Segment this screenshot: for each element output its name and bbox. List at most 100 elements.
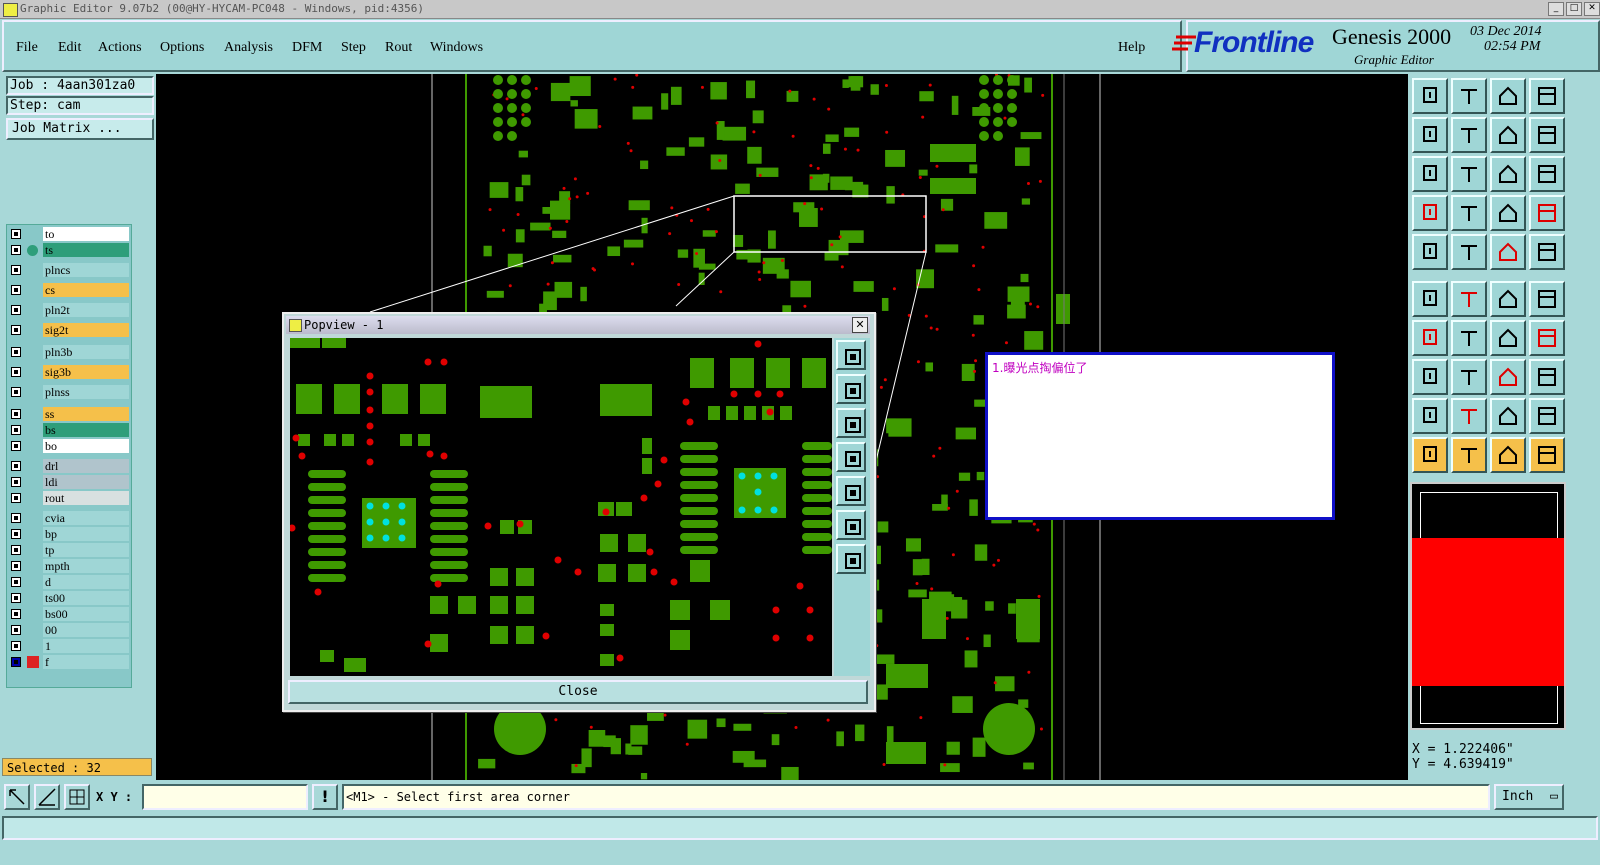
menu-options[interactable]: Options: [160, 40, 204, 56]
menu-windows[interactable]: Windows: [430, 40, 483, 56]
select-multi-icon[interactable]: [1529, 437, 1565, 473]
help-query-icon[interactable]: [1529, 156, 1565, 192]
add-pad-icon[interactable]: [1412, 234, 1448, 270]
layer-row-mpth[interactable]: mpth: [7, 559, 131, 574]
layer-row-bs00[interactable]: bs00: [7, 607, 131, 622]
units-select[interactable]: Inch ▭: [1494, 784, 1564, 810]
layer-checkbox[interactable]: [11, 425, 21, 435]
note-box[interactable]: 1.曝光点掏偏位了: [985, 352, 1335, 520]
drc-b-icon[interactable]: [1451, 398, 1487, 434]
layer-checkbox[interactable]: [11, 561, 21, 571]
layer-row-pln2t[interactable]: pln2t: [7, 303, 131, 318]
layer-row-f[interactable]: f: [7, 655, 131, 670]
popview-canvas[interactable]: [290, 338, 832, 676]
pv-zoom-icon[interactable]: [836, 544, 866, 574]
layer-checkbox[interactable]: [11, 367, 21, 377]
net-red-icon[interactable]: [1490, 195, 1526, 231]
menu-actions[interactable]: Actions: [98, 40, 142, 56]
layer-checkbox[interactable]: [11, 529, 21, 539]
line-tool-icon[interactable]: [1451, 320, 1487, 356]
layer-checkbox[interactable]: [11, 325, 21, 335]
layer-row-bs[interactable]: bs: [7, 423, 131, 438]
layer-checkbox[interactable]: [11, 477, 21, 487]
fit-icon[interactable]: [1412, 156, 1448, 192]
layer-row-rout[interactable]: rout: [7, 491, 131, 506]
popview-titlebar[interactable]: Popview - 1 ✕: [286, 316, 870, 334]
delete-x-icon[interactable]: [1451, 281, 1487, 317]
pv-down-icon[interactable]: [836, 408, 866, 438]
layer-checkbox[interactable]: [11, 245, 21, 255]
popview-close-button[interactable]: Close: [288, 680, 868, 704]
redraw-icon[interactable]: [1529, 117, 1565, 153]
layer-checkbox[interactable]: [11, 387, 21, 397]
layer-checkbox[interactable]: [11, 285, 21, 295]
layer-row-to[interactable]: to: [7, 227, 131, 242]
angle-icon[interactable]: [1412, 320, 1448, 356]
layer-checkbox[interactable]: [11, 577, 21, 587]
pv-page-icon[interactable]: [836, 340, 866, 370]
menu-file[interactable]: File: [16, 40, 38, 56]
layer-checkbox[interactable]: [11, 657, 21, 667]
menu-rout[interactable]: Rout: [385, 40, 412, 56]
ruler-icon[interactable]: [1490, 234, 1526, 270]
layer-row-bo[interactable]: bo: [7, 439, 131, 454]
layer-row-plnss[interactable]: plnss: [7, 385, 131, 400]
job-matrix-button[interactable]: Job Matrix ...: [6, 118, 154, 140]
layer-row-ts00[interactable]: ts00: [7, 591, 131, 606]
layer-row-1[interactable]: 1: [7, 639, 131, 654]
layer-row-00[interactable]: 00: [7, 623, 131, 638]
popview-zoom-view[interactable]: [290, 338, 832, 676]
layer-checkbox[interactable]: [11, 493, 21, 503]
pad-dot-icon[interactable]: [1529, 234, 1565, 270]
layer-checkbox[interactable]: [11, 609, 21, 619]
zoom-area-icon[interactable]: [4, 784, 30, 810]
layer-checkbox[interactable]: [11, 593, 21, 603]
grid-toggle-icon[interactable]: [1451, 195, 1487, 231]
move-point-icon[interactable]: [1490, 281, 1526, 317]
layer-row-drl[interactable]: drl: [7, 459, 131, 474]
net-check-icon[interactable]: [1529, 195, 1565, 231]
layer-row-sig3b[interactable]: sig3b: [7, 365, 131, 380]
menu-help[interactable]: Help: [1118, 40, 1145, 56]
frame-icon[interactable]: [1529, 78, 1565, 114]
layer-checkbox[interactable]: [11, 347, 21, 357]
panel-down-icon[interactable]: [1451, 78, 1487, 114]
overview-map[interactable]: [1410, 482, 1566, 730]
layer-row-pln3b[interactable]: pln3b: [7, 345, 131, 360]
layer-checkbox[interactable]: [11, 641, 21, 651]
layer-row-sig2t[interactable]: sig2t: [7, 323, 131, 338]
layer-row-cvia[interactable]: cvia: [7, 511, 131, 526]
maximize-button[interactable]: □: [1566, 2, 1582, 16]
drc-d-icon[interactable]: [1529, 398, 1565, 434]
pv-up-icon[interactable]: [836, 374, 866, 404]
layer-checkbox[interactable]: [11, 625, 21, 635]
select-arrow-icon[interactable]: [1412, 437, 1448, 473]
layer-checkbox[interactable]: [11, 545, 21, 555]
menu-edit[interactable]: Edit: [58, 40, 81, 56]
copy-feature-icon[interactable]: [1412, 359, 1448, 395]
pv-left-icon[interactable]: [836, 442, 866, 472]
menu-step[interactable]: Step: [341, 40, 366, 56]
scale-1-2-icon[interactable]: [1490, 156, 1526, 192]
arc-tool-icon[interactable]: [1490, 320, 1526, 356]
line-cut-icon[interactable]: [1451, 359, 1487, 395]
group-icon[interactable]: [1529, 359, 1565, 395]
grid-icon[interactable]: [64, 784, 90, 810]
popview-close-icon[interactable]: ✕: [852, 317, 868, 333]
select-arrow2-icon[interactable]: [1451, 437, 1487, 473]
layer-row-ts[interactable]: ts: [7, 243, 131, 258]
resize-icon[interactable]: [1490, 359, 1526, 395]
zoom-prev-icon[interactable]: [1490, 117, 1526, 153]
pv-fit-icon[interactable]: [836, 510, 866, 540]
measure-icon[interactable]: [34, 784, 60, 810]
layer-checkbox[interactable]: [11, 441, 21, 451]
panel-up-icon[interactable]: [1412, 78, 1448, 114]
drc-a-icon[interactable]: [1412, 398, 1448, 434]
zoom-center-icon[interactable]: [1451, 156, 1487, 192]
pv-right-icon[interactable]: [836, 476, 866, 506]
layer-checkbox[interactable]: [11, 229, 21, 239]
pan-left-icon[interactable]: [1412, 117, 1448, 153]
home-icon[interactable]: [1490, 78, 1526, 114]
layer-row-d[interactable]: d: [7, 575, 131, 590]
layer-row-cs[interactable]: cs: [7, 283, 131, 298]
